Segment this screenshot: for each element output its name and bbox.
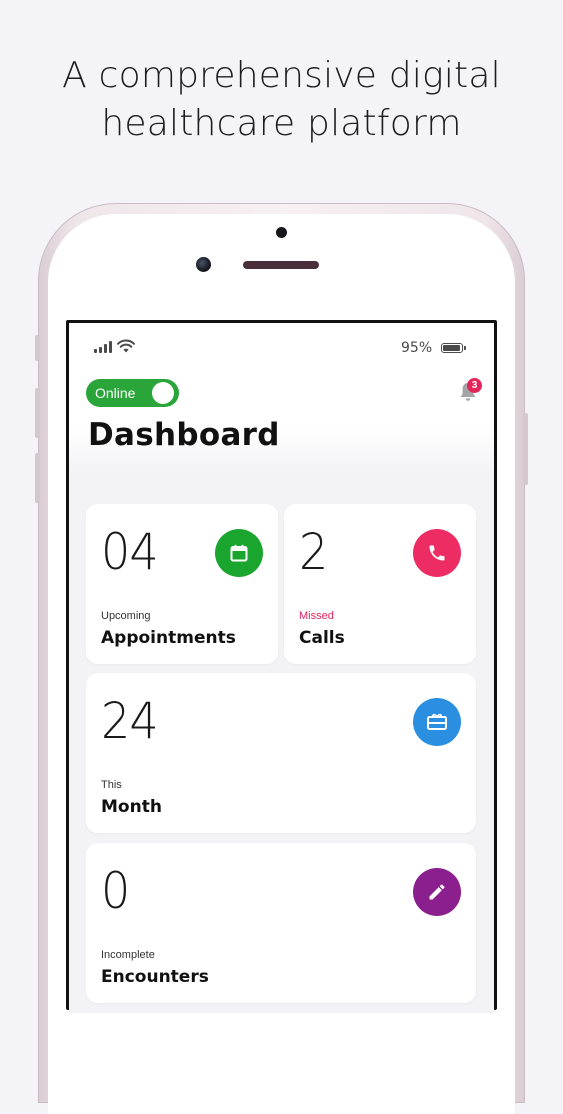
missed-calls-sub-label: Missed bbox=[299, 610, 334, 622]
phone-sensor bbox=[276, 227, 287, 238]
appointments-sub-label: Upcoming bbox=[101, 610, 151, 622]
app-screen: 95% Online 3 Dashboard 04 Upcoming Appoi… bbox=[69, 323, 494, 1013]
notification-badge: 3 bbox=[467, 378, 482, 393]
battery-percentage: 95% bbox=[401, 340, 433, 356]
headline-line-1: A comprehensive digital bbox=[62, 55, 501, 96]
phone-volume-down bbox=[35, 453, 40, 503]
pencil-icon-button[interactable] bbox=[413, 868, 461, 916]
encounters-label: Encounters bbox=[101, 967, 209, 987]
calendar-icon bbox=[230, 544, 248, 562]
phone-volume-up bbox=[35, 388, 40, 438]
encounters-count: 0 bbox=[101, 862, 130, 920]
calls-label: Calls bbox=[299, 628, 345, 648]
toggle-knob bbox=[152, 382, 174, 404]
phone-mute-switch bbox=[35, 335, 40, 361]
battery-icon bbox=[441, 343, 463, 353]
phone-screen: 95% Online 3 Dashboard 04 Upcoming Appoi… bbox=[66, 320, 497, 1013]
front-camera bbox=[196, 257, 211, 272]
app-header: 95% Online 3 Dashboard bbox=[69, 323, 494, 471]
pencil-icon bbox=[429, 884, 445, 900]
phone-power-button bbox=[523, 413, 528, 485]
this-month-card[interactable]: 24 This Month bbox=[86, 673, 476, 833]
cellular-signal-icon bbox=[94, 341, 112, 353]
battery-tip bbox=[464, 346, 466, 350]
calendar-icon-button[interactable] bbox=[215, 529, 263, 577]
phone-icon-button[interactable] bbox=[413, 529, 461, 577]
gift-card-icon-button[interactable] bbox=[413, 698, 461, 746]
headline-line-2: healthcare platform bbox=[101, 103, 462, 144]
month-count: 24 bbox=[101, 692, 159, 750]
appointments-count: 04 bbox=[101, 523, 159, 581]
missed-calls-count: 2 bbox=[299, 523, 328, 581]
online-toggle-label: Online bbox=[95, 385, 136, 401]
online-status-toggle[interactable]: Online bbox=[86, 379, 179, 407]
earpiece-speaker bbox=[243, 261, 319, 269]
month-label: Month bbox=[101, 797, 162, 817]
appointments-label: Appointments bbox=[101, 628, 236, 648]
incomplete-encounters-card[interactable]: 0 Incomplete Encounters bbox=[86, 843, 476, 1003]
status-bar: 95% bbox=[69, 337, 494, 359]
page-title: Dashboard bbox=[88, 417, 280, 453]
missed-calls-card[interactable]: 2 Missed Calls bbox=[284, 504, 476, 664]
upcoming-appointments-card[interactable]: 04 Upcoming Appointments bbox=[86, 504, 278, 664]
gift-card-icon bbox=[427, 713, 447, 730]
phone-icon bbox=[429, 545, 445, 561]
marketing-headline: A comprehensive digital healthcare platf… bbox=[0, 52, 563, 148]
encounters-sub-label: Incomplete bbox=[101, 949, 155, 961]
wifi-icon bbox=[117, 339, 135, 353]
month-sub-label: This bbox=[101, 779, 122, 791]
battery-fill bbox=[443, 345, 461, 351]
